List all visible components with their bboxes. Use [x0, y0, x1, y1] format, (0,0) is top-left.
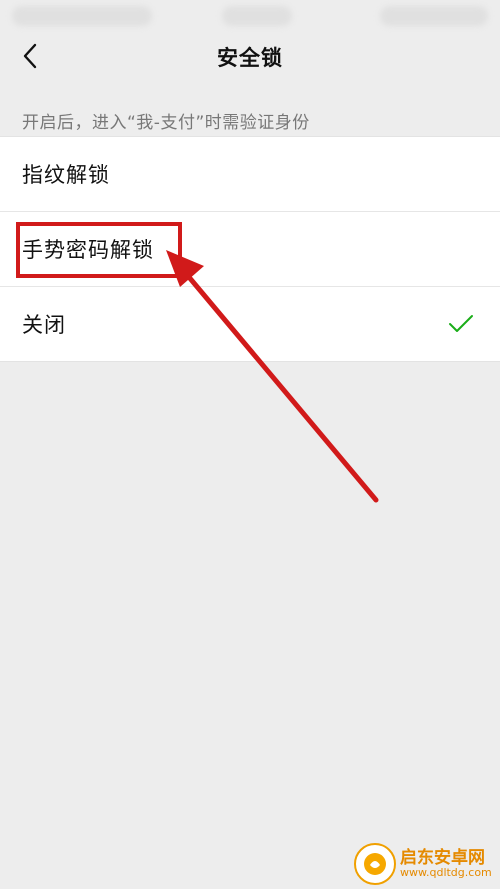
- watermark: 启东安卓网 www.qdltdg.com: [354, 841, 496, 887]
- option-gesture-password-unlock[interactable]: 手势密码解锁: [0, 211, 500, 286]
- watermark-logo-icon: [354, 843, 396, 885]
- option-off[interactable]: 关闭: [0, 286, 500, 361]
- status-bar: [0, 0, 500, 30]
- options-list: 指纹解锁 手势密码解锁 关闭: [0, 136, 500, 362]
- option-label: 指纹解锁: [22, 163, 110, 187]
- option-label: 关闭: [22, 313, 66, 337]
- section-hint: 开启后，进入“我-支付”时需验证身份: [22, 113, 310, 133]
- annotation-arrow: [166, 250, 379, 503]
- option-label: 手势密码解锁: [22, 238, 154, 262]
- watermark-url: www.qdltdg.com: [400, 866, 492, 880]
- nav-bar: 安全锁: [0, 30, 500, 82]
- option-fingerprint-unlock[interactable]: 指纹解锁: [0, 137, 500, 211]
- page-title: 安全锁: [217, 46, 283, 70]
- watermark-name: 启东安卓网: [400, 847, 485, 868]
- check-icon: [449, 315, 473, 332]
